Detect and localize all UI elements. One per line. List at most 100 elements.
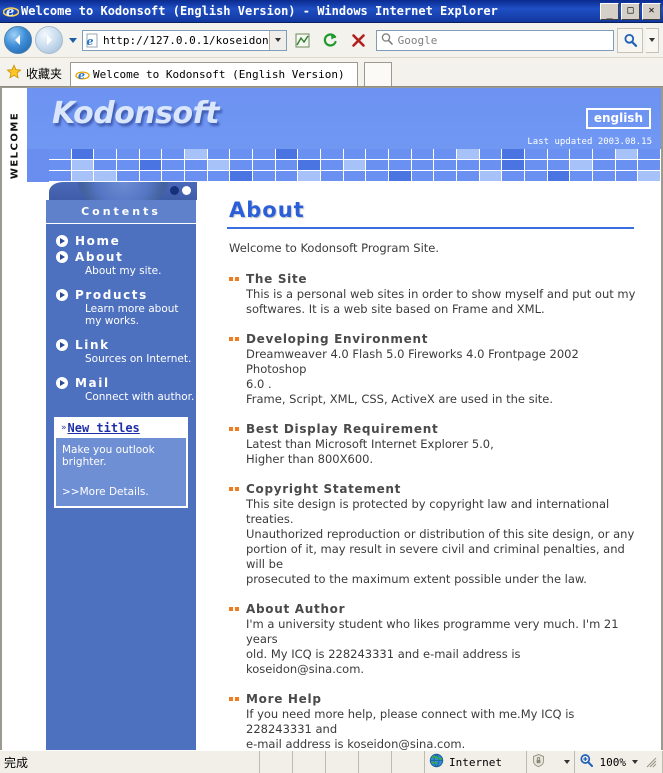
- ie-logo-icon: e: [2, 3, 20, 20]
- dot-white-icon: [182, 186, 191, 195]
- chevron-down-icon[interactable]: [564, 760, 570, 764]
- mosaic-cell: [321, 149, 344, 160]
- section-line: Unauthorized reproduction or distributio…: [246, 527, 635, 541]
- mosaic-cell: [547, 149, 571, 160]
- main-content: About Welcome to Kodonsoft Program Site.…: [203, 182, 661, 750]
- new-titles-header[interactable]: » New titles: [56, 419, 186, 438]
- mosaic-cell: [207, 149, 231, 160]
- site-logo: Kodonsoft: [52, 96, 220, 131]
- section-body: Dreamweaver 4.0 Flash 5.0 Fireworks 4.0 …: [246, 347, 639, 407]
- mosaic-cell: [593, 171, 616, 182]
- mosaic-cell: [615, 149, 639, 160]
- new-titles-more-link[interactable]: >>More Details.: [62, 486, 180, 498]
- security-zone-cell[interactable]: Internet: [425, 751, 527, 773]
- mosaic-cell: [275, 171, 299, 182]
- zoom-cell[interactable]: 100%: [575, 751, 663, 773]
- favorites-label: 收藏夹: [26, 66, 63, 81]
- refresh-button[interactable]: [318, 28, 343, 53]
- sidebar-item-row[interactable]: Link: [56, 338, 196, 352]
- mosaic-cell: [457, 149, 480, 160]
- new-tab-button[interactable]: [364, 62, 393, 86]
- search-go-button[interactable]: [617, 27, 643, 53]
- sidebar-item-row[interactable]: Mail: [56, 376, 196, 390]
- mosaic-cell: [71, 149, 95, 160]
- sidebar-item-mail[interactable]: Mail Connect with author.: [46, 376, 196, 403]
- double-square-bullet-icon: [229, 277, 239, 281]
- status-text: 完成: [4, 755, 29, 770]
- page-title: About: [229, 198, 305, 222]
- search-options-button[interactable]: [646, 27, 659, 53]
- mosaic-cell: [207, 171, 231, 182]
- sidebar-item-about[interactable]: About About my site.: [46, 250, 196, 277]
- refresh-icon: [323, 32, 337, 47]
- search-input[interactable]: Google: [375, 29, 614, 51]
- section-header: More Help: [229, 692, 639, 706]
- sidebar-item-label: Products: [75, 288, 148, 302]
- section-header: Best Display Requirement: [229, 422, 639, 436]
- maximize-button[interactable]: □: [621, 2, 640, 20]
- back-arrow-icon: [15, 35, 20, 45]
- chevron-down-icon[interactable]: [631, 760, 638, 764]
- status-blank-4: [359, 751, 392, 773]
- new-titles-title: New titles: [67, 421, 140, 435]
- compatibility-view-icon: [295, 33, 310, 47]
- welcome-side-strip: WELCOME: [2, 88, 27, 750]
- mosaic-cell: [389, 171, 412, 182]
- double-square-bullet-icon: [229, 697, 239, 701]
- sidebar-item-row[interactable]: About: [56, 250, 196, 264]
- mosaic-cell: [139, 171, 163, 182]
- close-button[interactable]: ✕: [642, 2, 661, 20]
- mosaic-cell: [343, 171, 367, 182]
- history-dropdown-button[interactable]: [66, 27, 79, 53]
- welcome-vertical-label: WELCOME: [9, 111, 20, 180]
- mosaic-cell: [139, 149, 163, 160]
- favorites-button[interactable]: 收藏夹: [6, 60, 70, 86]
- content-section: Best Display Requirement Latest than Micr…: [229, 422, 639, 467]
- language-button[interactable]: english: [585, 108, 651, 129]
- section-line: prosecuted to the maximum extent possibl…: [246, 572, 587, 586]
- mosaic-cell: [253, 171, 276, 182]
- mosaic-cell: [638, 171, 661, 182]
- back-button[interactable]: [4, 26, 32, 54]
- mosaic-cell: [525, 160, 548, 171]
- sidebar-item-products[interactable]: Products Learn more about my works.: [46, 288, 196, 327]
- mosaic-cell: [321, 171, 344, 182]
- mosaic-cell: [253, 160, 276, 171]
- address-dropdown-button[interactable]: [268, 30, 286, 50]
- mosaic-cell: [593, 160, 616, 171]
- mosaic-cell: [389, 160, 412, 171]
- window-controls: _ □ ✕: [600, 2, 661, 20]
- sidebar-item-description: Connect with author.: [85, 391, 195, 403]
- address-value: http://127.0.0.1/koseidon: [103, 33, 269, 47]
- mosaic-cell: [615, 160, 639, 171]
- protected-mode-cell[interactable]: [527, 751, 575, 773]
- mosaic-cell: [230, 171, 254, 182]
- mosaic-cell: [162, 149, 186, 160]
- forward-button[interactable]: [35, 26, 63, 54]
- mosaic-cell: [185, 171, 208, 182]
- play-bullet-icon: [56, 235, 68, 247]
- sidebar-item-link[interactable]: Link Sources on Internet.: [46, 338, 196, 365]
- content-section: Copyright Statement This site design is p…: [229, 482, 639, 587]
- mosaic-decoration: [27, 149, 661, 182]
- tab-welcome-to-kodonsoft[interactable]: e Welcome to Kodonsoft (English Version): [70, 62, 359, 86]
- mosaic-cell: [185, 149, 208, 160]
- compatibility-view-button[interactable]: [290, 28, 315, 53]
- mosaic-cell: [525, 171, 548, 182]
- section-line: This is a personal web sites in order to…: [246, 287, 636, 301]
- stop-button[interactable]: [346, 28, 371, 53]
- mosaic-cell: [185, 160, 208, 171]
- status-text-cell: 完成: [0, 751, 260, 773]
- mosaic-cell: [275, 160, 299, 171]
- sidebar-item-home[interactable]: Home: [46, 234, 196, 248]
- section-body: This site design is protected by copyrig…: [246, 497, 639, 587]
- address-bar[interactable]: e http://127.0.0.1/koseidon: [82, 29, 287, 51]
- mosaic-cell: [71, 160, 95, 171]
- sidebar-item-row[interactable]: Products: [56, 288, 196, 302]
- sidebar-item-row[interactable]: Home: [56, 234, 196, 248]
- minimize-button[interactable]: _: [600, 2, 619, 20]
- content-section: About Author I'm a university student who…: [229, 602, 639, 677]
- contents-heading: Contents: [46, 200, 196, 224]
- resize-grip-icon[interactable]: [643, 756, 658, 769]
- section-title: The Site: [246, 272, 308, 286]
